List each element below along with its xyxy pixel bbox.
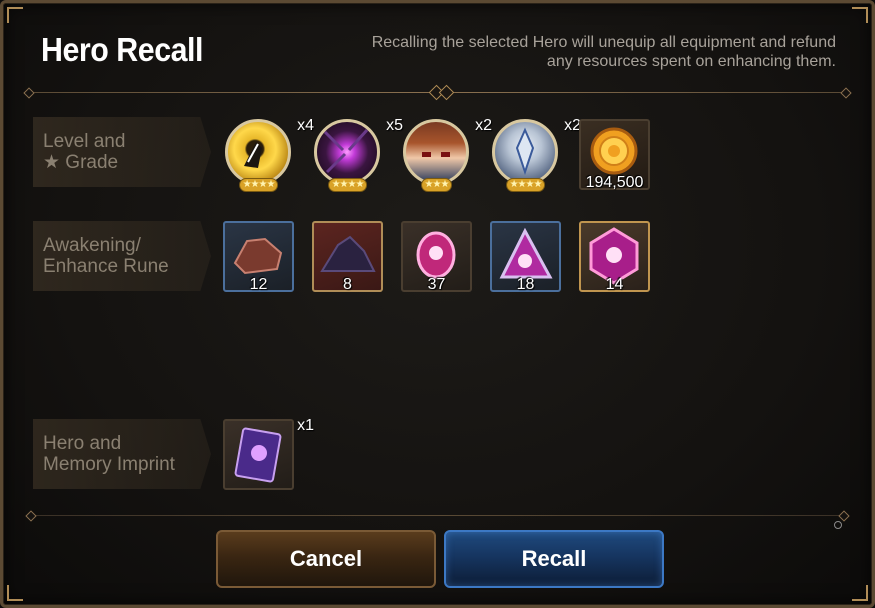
cancel-button[interactable]: Cancel: [216, 530, 436, 588]
rune-slot[interactable]: 14: [579, 221, 650, 293]
item-quantity: 37: [427, 276, 446, 293]
hero-star-grade: ★★★★: [238, 178, 279, 192]
gold-reward-slot[interactable]: 194,500: [579, 119, 650, 191]
frame-corner: [852, 585, 868, 601]
memory-imprint-list: x1: [223, 417, 314, 490]
row-label-line: Enhance Rune: [43, 256, 169, 277]
hero-recall-dialog: Hero Recall Recalling the selected Hero …: [0, 0, 875, 608]
scroll-indicator: [834, 521, 842, 529]
silver-knight-hero-icon: [492, 119, 558, 185]
hero-slot[interactable]: ★★★★ x4: [223, 117, 314, 192]
purple-orb-hero-icon: [314, 119, 380, 185]
hero-slot[interactable]: ★★★ x2: [401, 117, 492, 192]
dialog-description: Recalling the selected Hero will unequip…: [371, 34, 836, 70]
row-label-line: ★ Grade: [43, 152, 119, 173]
row-label-memory-imprint: Hero and Memory Imprint: [33, 419, 211, 489]
dialog-title: Hero Recall: [41, 31, 204, 68]
gold-amount: 194,500: [585, 174, 644, 191]
row-label-line: Hero and: [43, 433, 122, 454]
rune-slot[interactable]: 8: [312, 221, 383, 293]
rune-list: 12 8 37 18 14: [223, 221, 650, 293]
rune-slot[interactable]: 12: [223, 221, 294, 293]
row-label-line: Memory Imprint: [43, 454, 175, 475]
hero-slot[interactable]: ★★★★ x5: [312, 117, 403, 192]
hero-slot[interactable]: ★★★★ x2: [490, 117, 581, 192]
frame-corner: [852, 7, 868, 23]
divider-endpoint: [23, 87, 35, 99]
divider-endpoint: [25, 510, 37, 522]
hero-star-grade: ★★★★: [505, 178, 546, 192]
divider-diamond-ornament: [438, 84, 455, 101]
hero-star-grade: ★★★: [420, 178, 453, 192]
recall-button[interactable]: Recall: [444, 530, 664, 588]
golden-feather-hero-icon: [225, 119, 291, 185]
bottom-divider: [27, 515, 848, 516]
item-quantity: 12: [249, 276, 268, 293]
frame-corner: [7, 585, 23, 601]
divider-endpoint: [840, 87, 852, 99]
memory-imprint-book-icon: [223, 419, 294, 490]
rune-slot[interactable]: 37: [401, 221, 472, 293]
divider-endpoint: [838, 510, 850, 522]
row-label-line: Awakening/: [43, 235, 141, 256]
item-quantity: 8: [343, 276, 352, 293]
row-label-awakening-rune: Awakening/ Enhance Rune: [33, 221, 211, 291]
hero-star-grade: ★★★★: [327, 178, 368, 192]
item-quantity: 18: [516, 276, 535, 293]
row-label-line: Level and: [43, 131, 126, 152]
row-label-level-grade: Level and ★ Grade: [33, 117, 211, 187]
rune-slot[interactable]: 18: [490, 221, 561, 293]
item-quantity: 14: [605, 276, 624, 293]
brown-hair-hero-icon: [403, 119, 469, 185]
item-count-badge: x1: [297, 417, 314, 434]
hero-list: ★★★★ x4 ★★★★ x5 ★★★ x2 ★★★★ x2 194,500: [223, 117, 650, 192]
memory-imprint-slot[interactable]: x1: [223, 417, 314, 490]
frame-corner: [7, 7, 23, 23]
